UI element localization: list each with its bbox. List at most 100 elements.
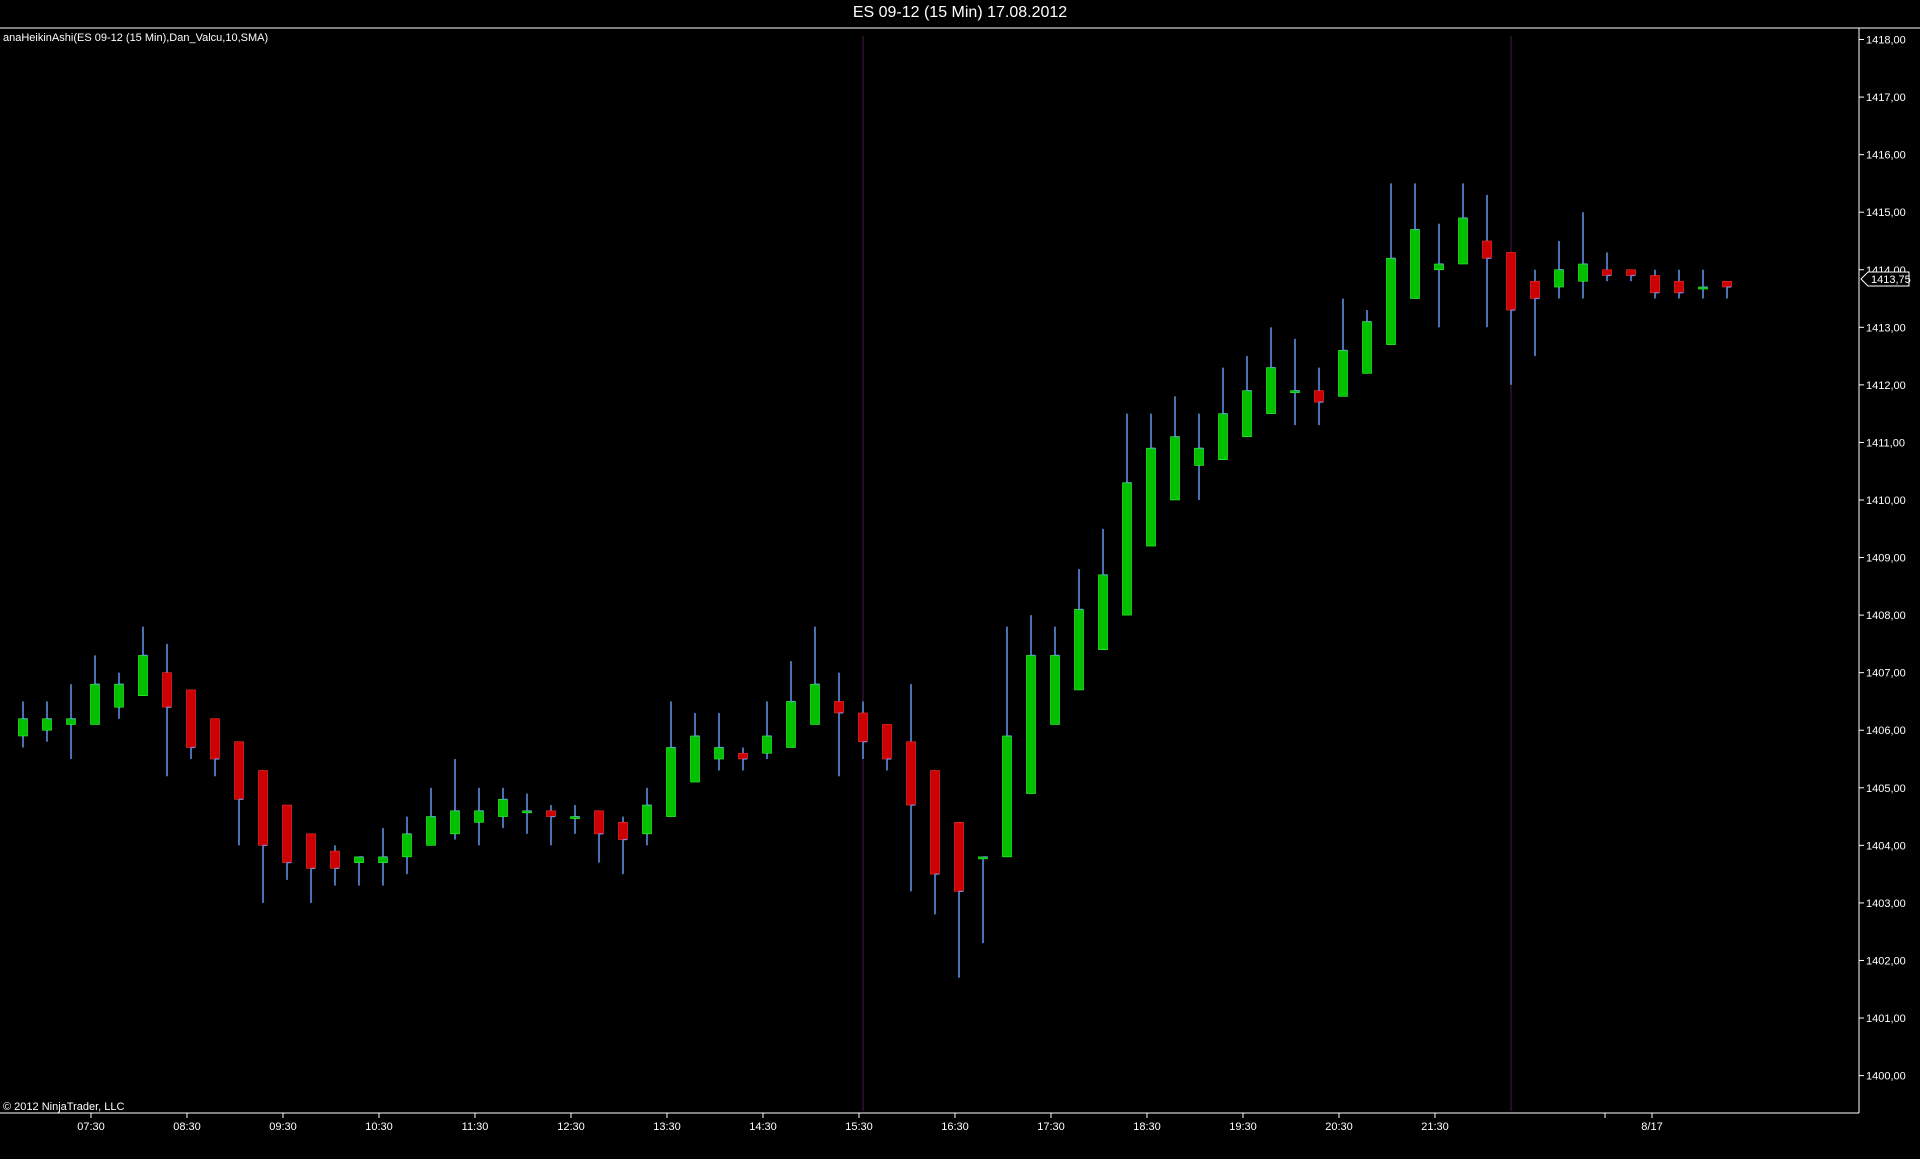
y-tick-label: 1413,00 <box>1866 322 1906 334</box>
candle <box>138 626 148 696</box>
candle-body <box>906 741 916 806</box>
x-tick-label: 11:30 <box>462 1121 489 1133</box>
candle-body <box>1170 436 1180 501</box>
candle <box>570 805 580 834</box>
candle <box>1314 367 1324 426</box>
candle-body <box>594 810 604 835</box>
x-tick-label: 19:30 <box>1229 1121 1257 1133</box>
candle <box>186 689 196 760</box>
candle-body <box>1122 482 1132 616</box>
candle-body <box>162 672 172 708</box>
candle-body <box>1650 275 1660 294</box>
candle <box>618 816 628 875</box>
y-tick-label: 1418,00 <box>1866 35 1906 47</box>
candle-body <box>114 683 124 708</box>
candle <box>642 787 652 846</box>
candle-body <box>834 701 844 714</box>
x-tick-label: 09:30 <box>269 1121 297 1133</box>
candle <box>258 770 268 903</box>
y-tick-label: 1417,00 <box>1866 92 1906 104</box>
candle <box>1026 615 1036 794</box>
candle-body <box>330 850 340 869</box>
candle <box>906 684 916 892</box>
y-tick-label: 1401,00 <box>1866 1013 1906 1025</box>
candle <box>882 724 892 771</box>
candle <box>1146 413 1156 547</box>
candle <box>18 701 28 748</box>
x-tick-label: 16:30 <box>941 1121 969 1133</box>
y-tick-label: 1409,00 <box>1866 553 1906 565</box>
x-tick-label: 13:30 <box>653 1121 681 1133</box>
x-tick-label: 12:30 <box>557 1121 585 1133</box>
y-tick-label: 1403,00 <box>1866 898 1906 910</box>
x-tick-label: 21:30 <box>1421 1121 1449 1133</box>
candle <box>1050 626 1060 725</box>
candle <box>762 701 772 760</box>
candle <box>546 805 556 846</box>
chart-canvas[interactable]: 1418,001417,001416,001415,001414,001413,… <box>0 0 1920 1159</box>
candle <box>1362 310 1372 374</box>
candle <box>306 833 316 903</box>
y-tick-label: 1415,00 <box>1866 207 1906 219</box>
candle <box>162 643 172 777</box>
candle <box>1338 298 1348 397</box>
candle-body <box>642 804 652 835</box>
candle <box>834 672 844 777</box>
y-axis-ticks[interactable]: 1418,001417,001416,001415,001414,001413,… <box>1859 35 1906 1083</box>
candle <box>786 661 796 748</box>
x-axis-ticks[interactable]: 07:30 08:30 09:30 10:30 11:30 12:30 13:30 14:30… <box>77 1113 1663 1133</box>
candle <box>1626 269 1636 282</box>
y-tick-label: 1404,00 <box>1866 840 1906 852</box>
candle-body <box>546 810 556 817</box>
candle-body <box>714 747 724 760</box>
candle-body <box>1194 447 1204 466</box>
candle <box>594 810 604 863</box>
candle-body <box>498 798 508 817</box>
candle <box>690 712 700 783</box>
candle-body <box>1098 574 1108 650</box>
candle-body <box>426 816 436 846</box>
candle <box>1410 183 1420 299</box>
candle-body <box>450 810 460 835</box>
candle-body <box>1362 321 1372 374</box>
x-tick-label: 17:30 <box>1037 1121 1065 1133</box>
candle <box>1698 269 1708 299</box>
candle <box>1098 528 1108 650</box>
candle <box>1002 626 1012 858</box>
candle <box>210 718 220 777</box>
candle-body <box>1386 257 1396 345</box>
candle <box>450 759 460 840</box>
candle-body <box>1578 263 1588 282</box>
candle-body <box>930 770 940 875</box>
candle <box>930 770 940 915</box>
candle-body <box>1002 735 1012 858</box>
candle <box>1386 183 1396 345</box>
candle-body <box>282 804 292 863</box>
candle <box>402 816 412 875</box>
y-tick-label: 1405,00 <box>1866 783 1906 795</box>
candle-body <box>882 724 892 760</box>
y-tick-label: 1410,00 <box>1866 495 1906 507</box>
candle <box>1554 240 1564 299</box>
candle <box>1266 327 1276 414</box>
x-tick-label: 15:30 <box>845 1121 873 1133</box>
x-tick-label: 8/17 <box>1641 1121 1662 1133</box>
y-tick-label: 1407,00 <box>1866 668 1906 680</box>
candle-body <box>690 735 700 783</box>
copyright-label: © 2012 NinjaTrader, LLC <box>3 1101 125 1113</box>
candle-body <box>402 833 412 858</box>
candle <box>282 804 292 880</box>
candle <box>426 787 436 846</box>
candle-body <box>1314 390 1324 403</box>
y-tick-label: 1416,00 <box>1866 150 1906 162</box>
candle <box>330 845 340 886</box>
candle <box>378 828 388 886</box>
candle <box>522 793 532 834</box>
x-tick-label: 14:30 <box>749 1121 777 1133</box>
candle <box>1218 367 1228 460</box>
y-tick-label: 1406,00 <box>1866 725 1906 737</box>
candle <box>66 684 76 760</box>
candle-body <box>1506 252 1516 311</box>
candle-body <box>90 683 100 725</box>
candle-body <box>1458 217 1468 265</box>
